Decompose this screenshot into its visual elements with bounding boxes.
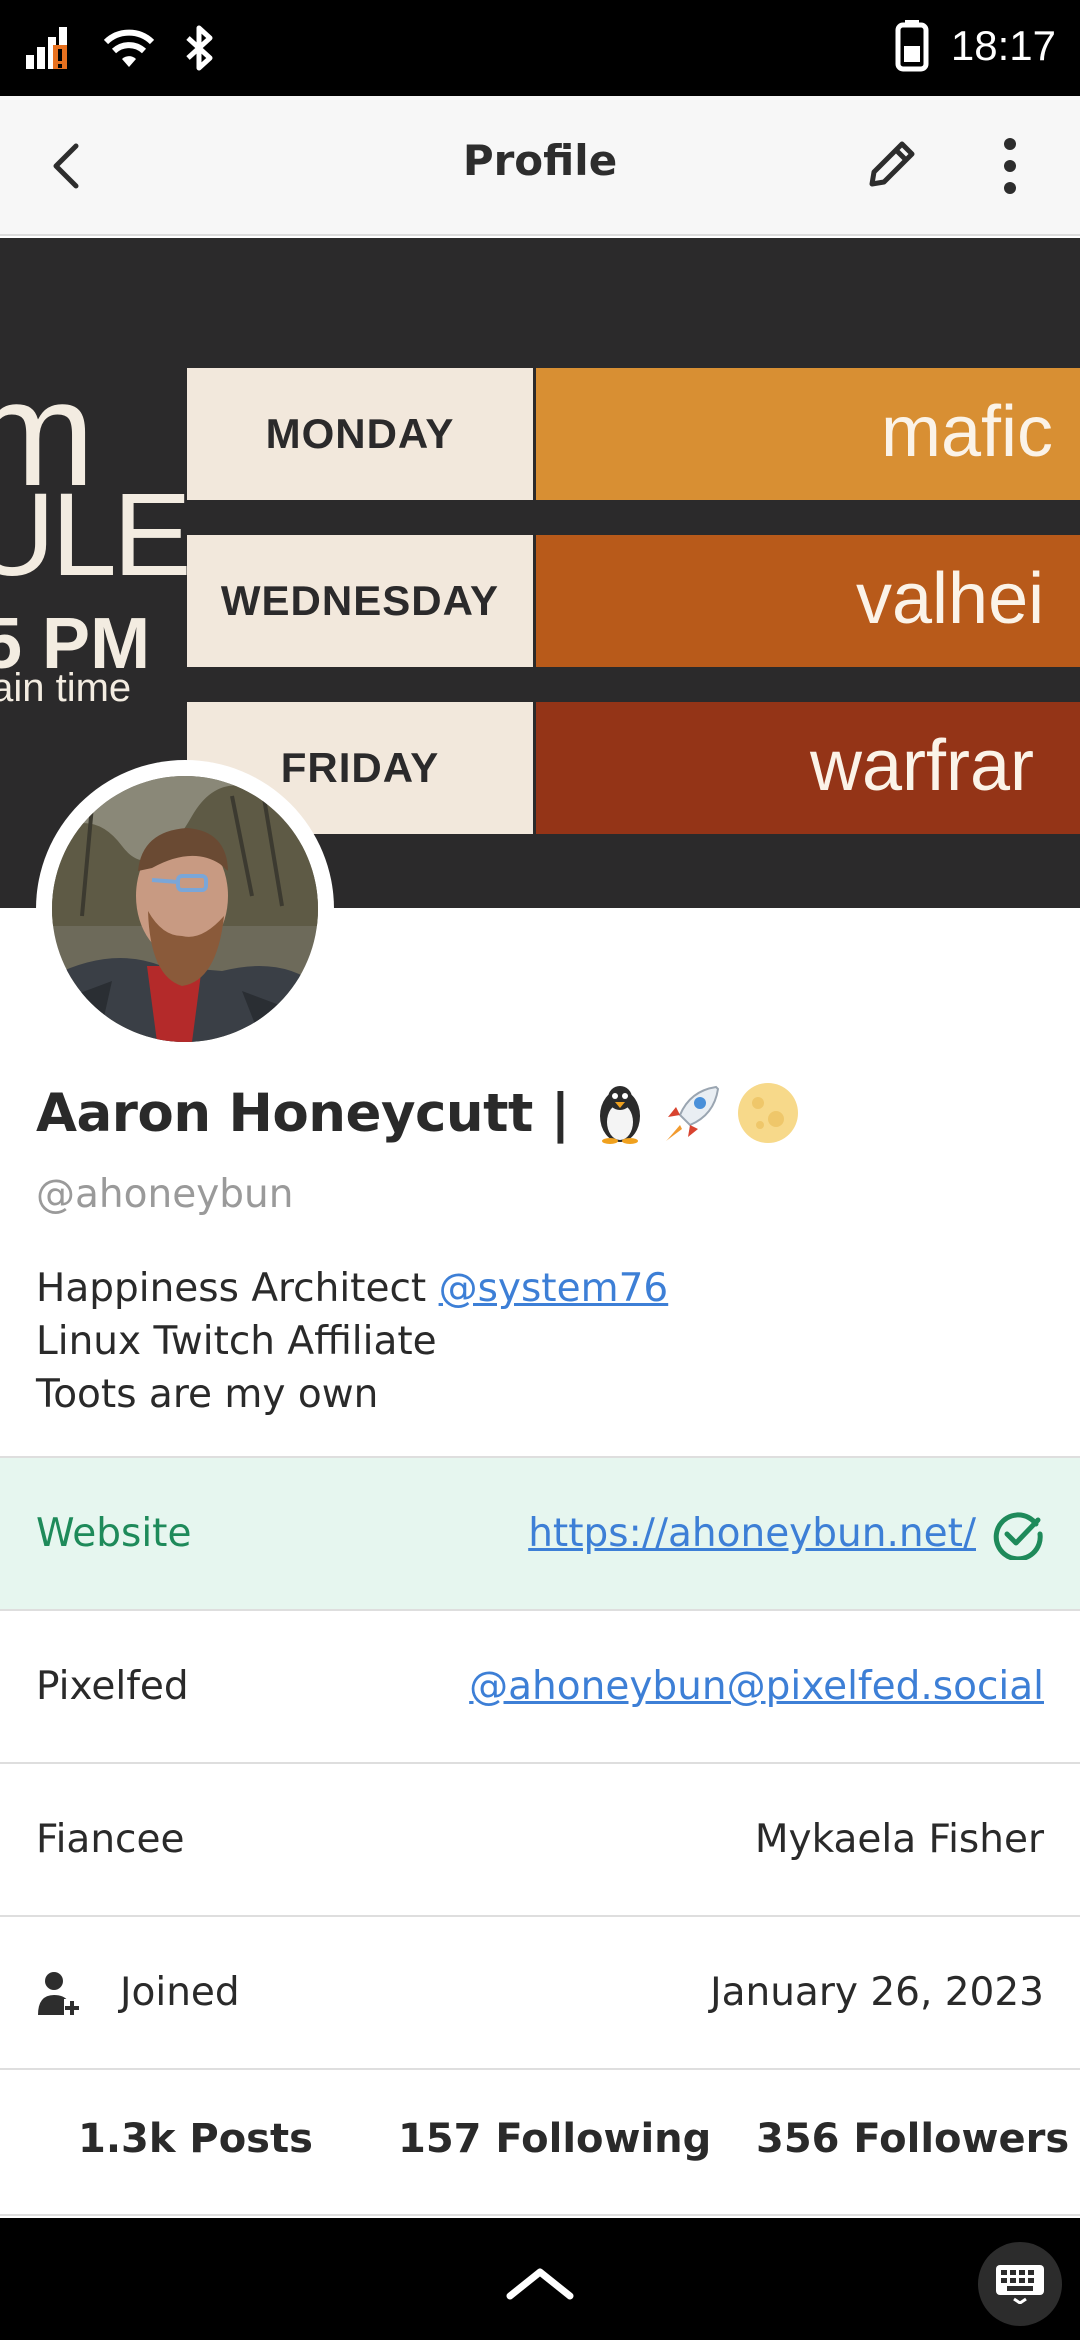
signal-icon xyxy=(26,27,67,69)
field-value: https://ahoneybun.net/ xyxy=(528,1508,1044,1560)
more-vert-icon[interactable] xyxy=(990,134,1030,198)
verified-check-icon xyxy=(993,1511,1043,1560)
followers-count[interactable]: 356 Followers xyxy=(756,2116,1069,2162)
avatar[interactable] xyxy=(36,760,334,1058)
pixelfed-link[interactable]: @ahoneybun@pixelfed.social xyxy=(469,1664,1044,1709)
clock: 18:17 xyxy=(950,22,1056,69)
schedule-day: WEDNESDAY xyxy=(187,535,533,667)
schedule-day: MONDAY xyxy=(187,368,533,500)
schedule-game: valhei xyxy=(536,535,1080,667)
bluetooth-icon xyxy=(186,25,213,71)
display-name-row: Aaron Honeycutt | xyxy=(36,1078,800,1148)
wifi-icon xyxy=(104,29,154,67)
schedule-game: mafic xyxy=(536,368,1080,500)
chevron-up-icon[interactable] xyxy=(506,2266,574,2300)
status-icons-right: 18:17 xyxy=(895,20,1056,72)
battery-icon xyxy=(895,20,929,72)
bio-line: Toots are my own xyxy=(36,1372,379,1417)
system-nav-bar xyxy=(0,2218,1080,2340)
app-bar: Profile xyxy=(0,96,1080,236)
display-name: Aaron Honeycutt | xyxy=(36,1082,570,1144)
bio-line: Happiness Architect @system76 xyxy=(36,1266,669,1311)
field-label: Fiancee xyxy=(36,1817,185,1862)
following-count[interactable]: 157 Following xyxy=(398,2116,711,2162)
joined-label-group: Joined xyxy=(36,1969,240,2017)
status-icons-left xyxy=(26,24,216,72)
banner-text-2: ULE xyxy=(0,469,192,601)
avatar-photo xyxy=(52,776,318,1042)
rocket-icon xyxy=(665,1085,719,1141)
joined-label: Joined xyxy=(120,1970,240,2015)
field-row-website: Website https://ahoneybun.net/ xyxy=(0,1456,1080,1609)
field-row-fiancee: Fiancee Mykaela Fisher xyxy=(0,1762,1080,1915)
field-row-joined: Joined January 26, 2023 xyxy=(0,1915,1080,2068)
mention-link[interactable]: @system76 xyxy=(439,1266,669,1311)
account-handle: @ahoneybun xyxy=(36,1172,294,1217)
person-add-icon xyxy=(38,1971,80,2015)
pencil-icon[interactable] xyxy=(862,134,922,194)
name-emojis xyxy=(592,1081,800,1145)
penguin-icon xyxy=(599,1086,640,1144)
banner-text-tz: tain time xyxy=(0,666,132,710)
profile-counts: 1.3k Posts 157 Following 356 Followers xyxy=(0,2068,1080,2216)
field-label: Website xyxy=(36,1511,192,1556)
status-bar: 18:17 xyxy=(0,0,1080,96)
joined-date: January 26, 2023 xyxy=(710,1970,1044,2015)
website-link[interactable]: https://ahoneybun.net/ xyxy=(528,1511,976,1556)
field-value: Mykaela Fisher xyxy=(754,1817,1044,1862)
posts-count[interactable]: 1.3k Posts xyxy=(78,2116,313,2162)
profile-fields: Website https://ahoneybun.net/ Pixelfed … xyxy=(0,1456,1080,2068)
keyboard-toggle-button[interactable] xyxy=(978,2242,1062,2326)
schedule-game: warfrar xyxy=(536,702,1080,834)
field-label: Pixelfed xyxy=(36,1664,189,1709)
full-moon-icon xyxy=(737,1083,798,1143)
field-row-pixelfed: Pixelfed @ahoneybun@pixelfed.social xyxy=(0,1609,1080,1762)
keyboard-icon xyxy=(996,2265,1044,2304)
bio: Happiness Architect @system76 Linux Twit… xyxy=(36,1262,668,1421)
bio-line: Linux Twitch Affiliate xyxy=(36,1319,437,1364)
